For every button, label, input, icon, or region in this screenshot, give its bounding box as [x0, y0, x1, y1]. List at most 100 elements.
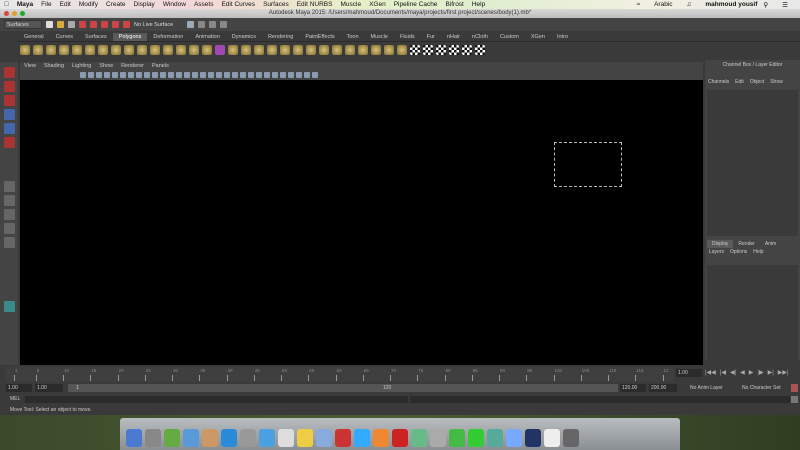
- range-slider[interactable]: 1 120: [68, 384, 618, 392]
- shelf-tool-icon[interactable]: [215, 45, 225, 55]
- shelf-tool-icon[interactable]: [189, 45, 199, 55]
- menu-window[interactable]: Window: [163, 1, 186, 8]
- dock-app-icon[interactable]: [126, 429, 142, 447]
- panel-tool-icon[interactable]: [256, 71, 262, 78]
- panel-tool-icon[interactable]: [240, 71, 246, 78]
- panel-tool-icon[interactable]: [120, 71, 126, 78]
- menu-assets[interactable]: Assets: [194, 1, 214, 8]
- shelf-tab[interactable]: Muscle: [365, 33, 394, 41]
- shelf-tab[interactable]: General: [18, 33, 50, 41]
- panel-tool-icon[interactable]: [168, 71, 174, 78]
- shelf-tool-icon[interactable]: [306, 45, 316, 55]
- mel-input[interactable]: [25, 396, 408, 403]
- panel-menu-show[interactable]: Show: [99, 62, 113, 70]
- character-set-select[interactable]: No Character Set: [740, 384, 788, 392]
- shelf-tool-icon[interactable]: [33, 45, 43, 55]
- shelf-tool-icon[interactable]: [436, 45, 446, 55]
- panel-tool-icon[interactable]: [192, 71, 198, 78]
- show-menu[interactable]: Show: [770, 78, 783, 87]
- live-surface-icon[interactable]: [123, 21, 130, 28]
- playback-start-field[interactable]: 1.00: [35, 384, 63, 392]
- minimize-window-button[interactable]: [12, 11, 17, 16]
- shelf-tool-icon[interactable]: [293, 45, 303, 55]
- panel-tool-icon[interactable]: [232, 71, 238, 78]
- layers-menu[interactable]: Layers: [709, 249, 724, 255]
- shelf-tool-icon[interactable]: [423, 45, 433, 55]
- input-source[interactable]: Arabic: [654, 1, 672, 8]
- panel-tool-icon[interactable]: [200, 71, 206, 78]
- dock-app-icon[interactable]: [392, 429, 408, 447]
- paint-select-tool-icon[interactable]: [3, 95, 15, 106]
- go-start-icon[interactable]: |◀◀: [705, 369, 716, 376]
- menu-edit-nurbs[interactable]: Edit NURBS: [297, 1, 333, 8]
- menu-pipeline-cache[interactable]: Pipeline Cache: [394, 1, 438, 8]
- shelf-tab[interactable]: Surfaces: [79, 33, 113, 41]
- render-view-icon[interactable]: [187, 21, 195, 28]
- dock-app-icon[interactable]: [487, 429, 503, 447]
- help-menu[interactable]: Help: [753, 249, 763, 255]
- shelf-tool-icon[interactable]: [111, 45, 121, 55]
- notification-center-icon[interactable]: ☰: [782, 1, 788, 9]
- shelf-tool-icon[interactable]: [319, 45, 329, 55]
- shelf-tool-icon[interactable]: [267, 45, 277, 55]
- shelf-tool-icon[interactable]: [163, 45, 173, 55]
- shelf-tool-icon[interactable]: [98, 45, 108, 55]
- step-forward-key-icon[interactable]: ▶|: [768, 369, 774, 376]
- shelf-tool-icon[interactable]: [228, 45, 238, 55]
- dock-app-icon[interactable]: [468, 429, 484, 447]
- shelf-tool-icon[interactable]: [254, 45, 264, 55]
- shelf-tab[interactable]: Custom: [494, 33, 525, 41]
- dock-app-icon[interactable]: [430, 429, 446, 447]
- dock-app-icon[interactable]: [373, 429, 389, 447]
- menu-xgen[interactable]: XGen: [369, 1, 386, 8]
- step-forward-icon[interactable]: |▶: [757, 369, 763, 376]
- shelf-tab[interactable]: Animation: [189, 33, 225, 41]
- shelf-tool-icon[interactable]: [72, 45, 82, 55]
- snap-point-icon[interactable]: [101, 21, 108, 28]
- shelf-tool-icon[interactable]: [384, 45, 394, 55]
- shelf-tab[interactable]: nHair: [441, 33, 466, 41]
- shelf-tool-icon[interactable]: [332, 45, 342, 55]
- panel-tool-icon[interactable]: [96, 71, 102, 78]
- 3d-viewport[interactable]: [20, 80, 703, 365]
- shelf-tab[interactable]: Fur: [421, 33, 441, 41]
- layer-tab-anim[interactable]: Anim: [760, 240, 781, 248]
- panel-tool-icon[interactable]: [136, 71, 142, 78]
- apple-icon[interactable]: : [4, 1, 9, 8]
- snap-view-icon[interactable]: [112, 21, 119, 28]
- shelf-tool-icon[interactable]: [449, 45, 459, 55]
- shelf-tab-active[interactable]: Polygons: [112, 33, 148, 41]
- persp-graph-layout-icon[interactable]: [3, 223, 15, 234]
- shelf-tool-icon[interactable]: [410, 45, 420, 55]
- zoom-window-button[interactable]: [20, 11, 25, 16]
- shelf-tab[interactable]: Deformation: [147, 33, 189, 41]
- shelf-tool-icon[interactable]: [280, 45, 290, 55]
- panel-tool-icon[interactable]: [224, 71, 230, 78]
- anim-layer-select[interactable]: No Anim Layer: [688, 384, 732, 392]
- shelf-tool-icon[interactable]: [124, 45, 134, 55]
- scale-tool-icon[interactable]: [3, 137, 15, 148]
- close-window-button[interactable]: [4, 11, 9, 16]
- panel-tool-icon[interactable]: [280, 71, 286, 78]
- panel-menu-shading[interactable]: Shading: [44, 62, 64, 70]
- shelf-tool-icon[interactable]: [85, 45, 95, 55]
- start-time-field[interactable]: 1.00: [6, 384, 32, 392]
- playback-end-field[interactable]: 120.00: [620, 384, 646, 392]
- maya-help-icon[interactable]: [3, 301, 15, 312]
- render-icon[interactable]: [198, 21, 206, 28]
- edit-menu[interactable]: Edit: [735, 78, 744, 87]
- shelf-tab[interactable]: XGen: [525, 33, 551, 41]
- panel-menu-panels[interactable]: Panels: [152, 62, 169, 70]
- snap-curve-icon[interactable]: [90, 21, 97, 28]
- auto-key-icon[interactable]: [791, 384, 798, 392]
- lasso-tool-icon[interactable]: [3, 81, 15, 92]
- panel-tool-icon[interactable]: [152, 71, 158, 78]
- dock-app-icon[interactable]: [221, 429, 237, 447]
- channels-menu[interactable]: Channels: [708, 78, 729, 87]
- panel-menu-lighting[interactable]: Lighting: [72, 62, 91, 70]
- panel-tool-icon[interactable]: [248, 71, 254, 78]
- step-back-key-icon[interactable]: |◀: [720, 369, 726, 376]
- menu-maya[interactable]: Maya: [17, 1, 33, 8]
- dock-app-icon[interactable]: [202, 429, 218, 447]
- dock-app-icon[interactable]: [297, 429, 313, 447]
